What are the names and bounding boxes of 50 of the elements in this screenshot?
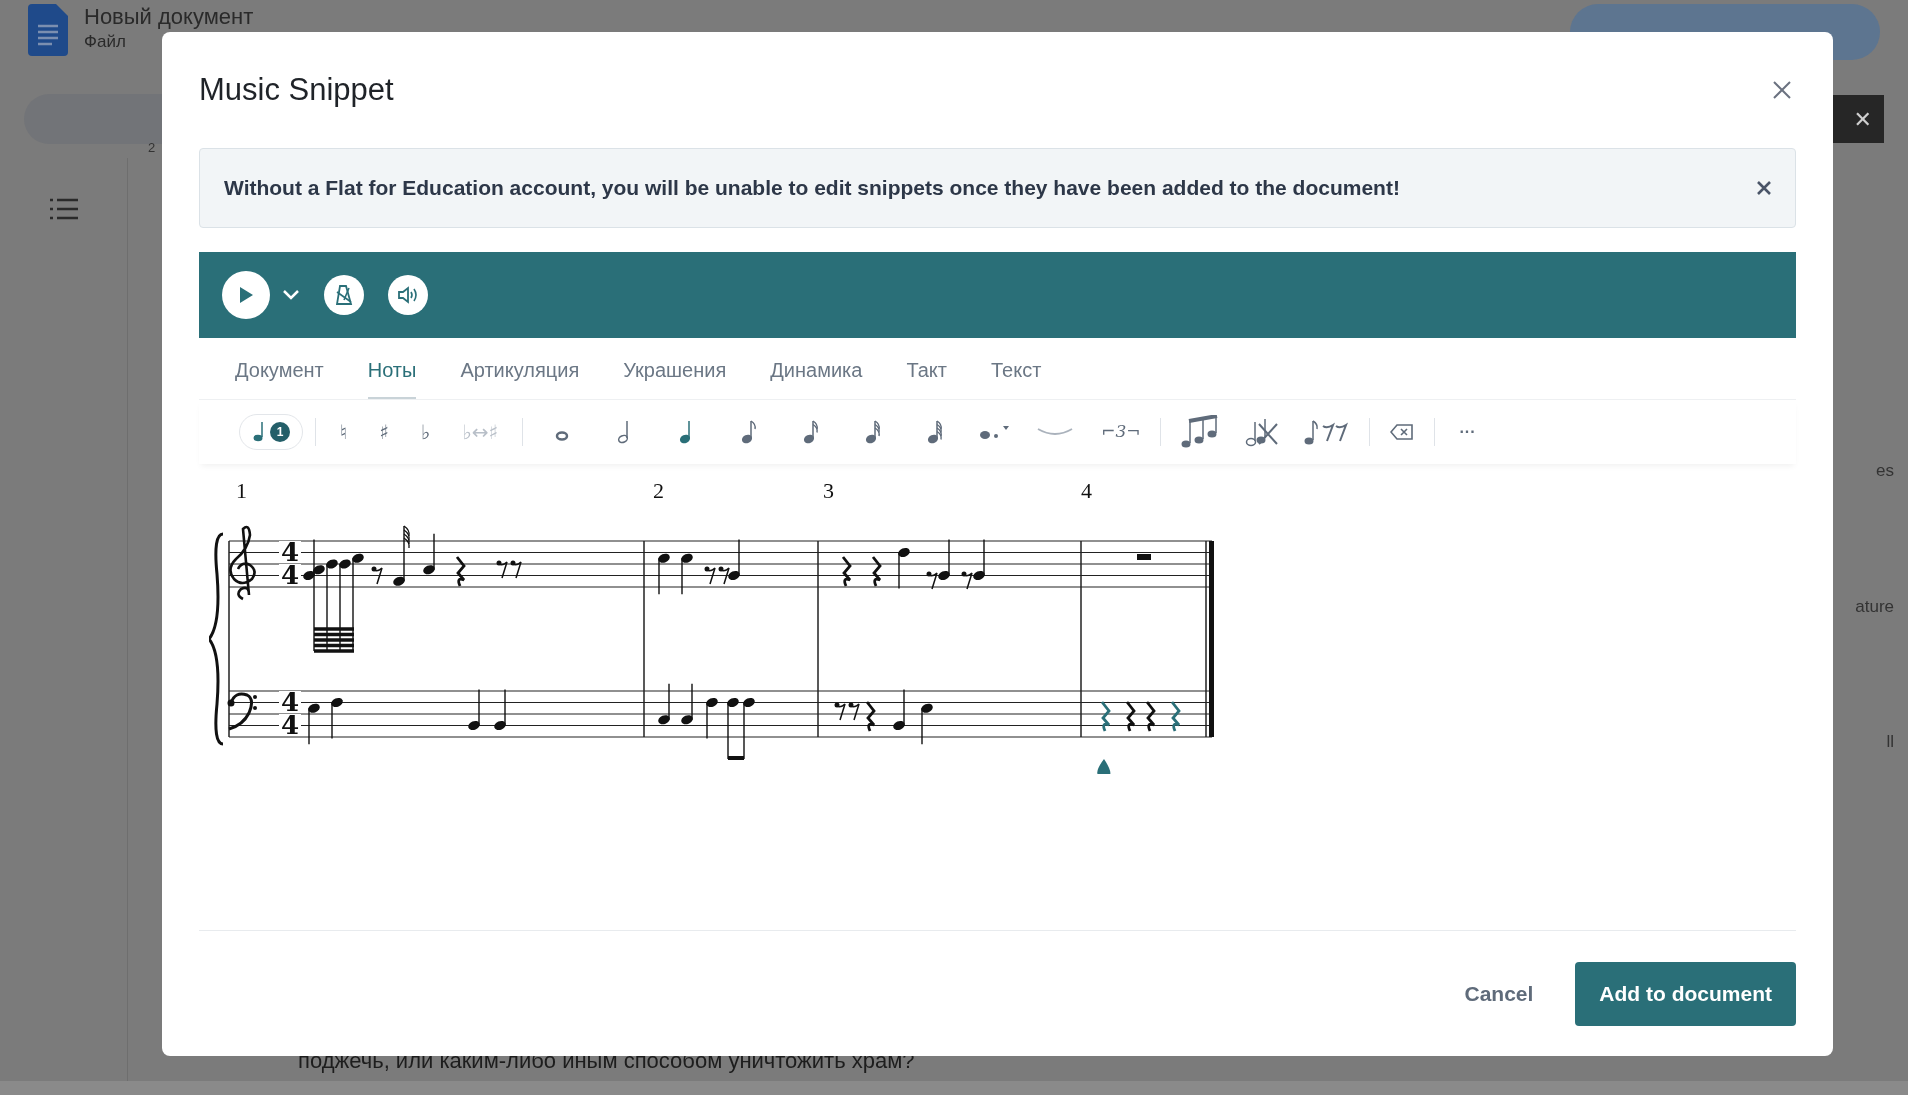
measure-number: 1 <box>236 477 248 504</box>
speaker-icon <box>397 285 419 305</box>
editor-tab[interactable]: Такт <box>906 355 947 399</box>
editor-tab[interactable]: Ноты <box>367 355 417 399</box>
dismiss-button[interactable] <box>1757 181 1771 195</box>
play-button[interactable] <box>222 271 270 319</box>
accidental-button[interactable]: ♮ <box>324 412 364 452</box>
crossed-note-icon <box>1245 416 1280 448</box>
dialog-title: Music Snippet <box>199 70 394 109</box>
metronome-button[interactable] <box>324 275 364 315</box>
measure-number: 3 <box>823 477 835 504</box>
menu-item[interactable]: Файл <box>84 29 126 55</box>
note-icon <box>555 431 570 441</box>
add-to-document-button[interactable]: Add to document <box>1575 961 1796 1026</box>
horizontal-scrollbar[interactable] <box>0 1081 1908 1095</box>
time-signature: 4 <box>279 714 302 736</box>
accidental-button[interactable]: ♭ <box>404 412 447 452</box>
accidental-button[interactable]: ♯ <box>363 412 405 452</box>
panel-caption: es <box>1876 460 1894 482</box>
time-signature: 4 <box>279 564 302 586</box>
time-signature: 4 <box>279 691 302 713</box>
document-title[interactable]: Новый документ <box>84 4 254 29</box>
metronome-icon <box>334 284 354 306</box>
tuplet-button[interactable]: ⌐3¬ <box>1089 412 1153 452</box>
panel-caption: ll <box>1886 731 1894 753</box>
sound-button[interactable] <box>388 275 428 315</box>
editor-tab[interactable]: Украшения <box>623 355 727 399</box>
close-button[interactable] <box>1773 81 1791 99</box>
cancel-button[interactable]: Cancel <box>1450 961 1548 1026</box>
close-icon <box>1757 181 1771 195</box>
more-button[interactable]: ··· <box>1443 412 1492 452</box>
panel-caption: ature <box>1855 595 1894 618</box>
backspace-icon <box>1390 423 1415 441</box>
document-icon[interactable] <box>28 4 68 56</box>
editor-tab[interactable]: Артикуляция <box>460 355 580 399</box>
time-signature: 4 <box>279 541 302 563</box>
chevron-down-icon[interactable] <box>282 289 300 301</box>
editor-tab[interactable]: Текст <box>991 355 1042 399</box>
alert-message: Without a Flat for Education account, you will be unable to edit snippets once they have been added to the document! <box>224 175 1400 202</box>
measure-number: 2 <box>653 477 665 504</box>
close-icon[interactable]: ✕ <box>1853 102 1872 136</box>
editor-tab[interactable]: Динамика <box>770 355 863 399</box>
play-icon <box>238 286 254 304</box>
ruler-mark: 2 <box>148 139 157 157</box>
measure-number: 4 <box>1081 477 1093 504</box>
note-with-rests-icon <box>1303 417 1350 447</box>
outline-list-icon[interactable] <box>49 198 78 220</box>
editor-tab[interactable]: Документ <box>235 355 324 399</box>
tie-icon <box>1037 427 1074 437</box>
close-icon <box>1773 81 1791 99</box>
